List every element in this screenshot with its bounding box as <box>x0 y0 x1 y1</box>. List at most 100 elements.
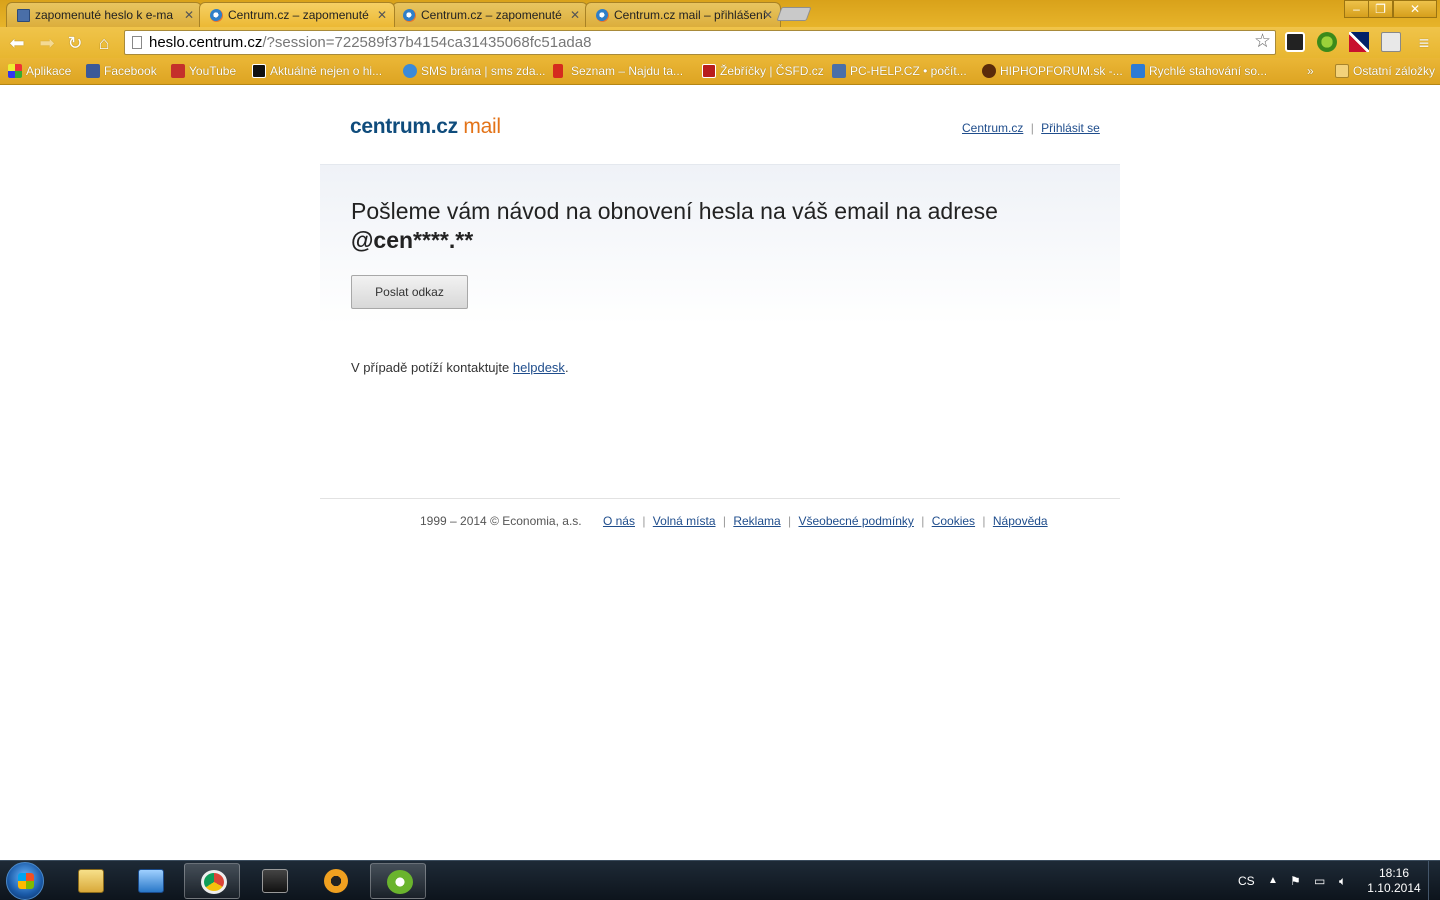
extension-s-icon[interactable] <box>1285 32 1305 52</box>
bookmark-label: Facebook <box>104 64 157 78</box>
helpdesk-link[interactable]: helpdesk <box>513 360 565 375</box>
reload-icon[interactable]: ↻ <box>63 31 87 55</box>
bookmark-facebook[interactable]: Facebook <box>86 58 157 84</box>
help-suffix: . <box>564 360 569 375</box>
help-text: V případě potíží kontaktujte helpdesk. <box>351 360 569 375</box>
centrum-mail-logo[interactable]: centrum.cz mail <box>350 115 501 139</box>
more-bookmarks-button[interactable]: » <box>1292 58 1314 84</box>
network-icon[interactable]: ▭ <box>1314 861 1325 900</box>
mail-checker-icon[interactable] <box>1381 32 1401 52</box>
folder-icon <box>1335 64 1349 78</box>
back-arrow-icon[interactable]: ⬅ <box>5 31 29 55</box>
bookmark-label: Rychlé stahování so... <box>1149 64 1268 78</box>
centrum-icon <box>596 9 609 22</box>
logo-mail: mail <box>463 115 501 138</box>
footer-link-podminky[interactable]: Všeobecné podmínky <box>798 514 913 528</box>
bookmark-seznam[interactable]: Seznam – Najdu ta... <box>553 58 683 84</box>
separator: | <box>722 514 726 528</box>
restore-button[interactable]: ❐ <box>1368 0 1393 18</box>
other-bookmarks-label: Ostatní záložky <box>1353 64 1436 78</box>
send-link-button[interactable]: Poslat odkaz <box>351 275 468 309</box>
clock[interactable]: 18:16 1.10.2014 <box>1362 866 1426 896</box>
taskbar-explorer[interactable] <box>62 863 118 899</box>
show-desktop-button[interactable] <box>1428 861 1440 900</box>
url-host: heslo.centrum.cz <box>149 34 263 51</box>
page-icon <box>132 36 142 49</box>
close-tab-icon[interactable]: ✕ <box>570 3 580 27</box>
bookmark-aktualne[interactable]: Aktuálně nejen o hi... <box>252 58 382 84</box>
home-icon[interactable]: ⌂ <box>92 31 116 55</box>
bookmark-pc-help[interactable]: PC-HELP.CZ • počít... <box>832 58 967 84</box>
close-tab-icon[interactable]: ✕ <box>184 3 194 27</box>
more-bookmarks-label: » <box>1307 64 1314 78</box>
other-bookmarks-folder[interactable]: Ostatní záložky <box>1335 58 1435 84</box>
bookmark-youtube[interactable]: YouTube <box>171 58 236 84</box>
top-links: Centrum.cz | Přihlásit se <box>962 121 1100 135</box>
taskbar-media-player[interactable] <box>122 863 178 899</box>
taskbar-chrome[interactable] <box>184 863 240 899</box>
tray-expand-icon[interactable]: ▲ <box>1268 861 1278 900</box>
extension-green-icon[interactable] <box>1317 32 1337 52</box>
taskbar-aimp[interactable] <box>308 863 364 899</box>
youtube-icon <box>171 64 185 78</box>
tab-title: Centrum.cz – zapomenuté <box>421 8 562 22</box>
close-tab-icon[interactable]: ✕ <box>763 3 773 27</box>
bookmark-csfd[interactable]: Žebříčky | ČSFD.cz <box>702 58 824 84</box>
menu-icon[interactable]: ≡ <box>1412 31 1436 55</box>
bookmark-aplikace[interactable]: Aplikace <box>8 58 71 84</box>
separator: | <box>921 514 925 528</box>
browser-toolbar: ⬅ ➡ ↻ ⌂ heslo.centrum.cz/?session=722589… <box>0 27 1440 58</box>
language-indicator[interactable]: CS <box>1238 861 1255 900</box>
help-prefix: V případě potíží kontaktujte <box>351 360 513 375</box>
taskbar-mpc-be[interactable] <box>246 863 302 899</box>
start-button[interactable] <box>6 862 44 900</box>
bookmark-label: PC-HELP.CZ • počít... <box>850 64 967 78</box>
action-center-icon[interactable]: ⚑ <box>1290 861 1301 900</box>
page-title: Pošleme vám návod na obnovení hesla na v… <box>351 197 1051 255</box>
page-content: centrum.cz mail Centrum.cz | Přihlásit s… <box>0 85 1440 860</box>
forward-arrow-icon[interactable]: ➡ <box>35 31 59 55</box>
star-icon[interactable]: ☆ <box>1254 30 1271 53</box>
new-tab-button[interactable] <box>776 7 812 21</box>
footer-divider <box>320 498 1120 499</box>
bookmark-label: YouTube <box>189 64 237 78</box>
volume-icon[interactable]: 🔈︎ <box>1339 861 1346 900</box>
bookmark-label: SMS brána | sms zda... <box>421 64 546 78</box>
tab-1[interactable]: zapomenuté heslo k e-ma ✕ <box>6 2 202 27</box>
mpc-be-icon <box>262 869 288 893</box>
bookmark-label: Žebříčky | ČSFD.cz <box>720 64 824 78</box>
sms-icon <box>403 64 417 78</box>
pc-help-icon <box>832 64 846 78</box>
d-icon <box>1131 64 1145 78</box>
bookmark-rychle[interactable]: Rychlé stahování so... <box>1131 58 1267 84</box>
taskbar-utorrent[interactable] <box>370 863 426 899</box>
footer-link-cookies[interactable]: Cookies <box>932 514 975 528</box>
url-path: /?session=722589f37b4154ca31435068fc51ad… <box>262 34 592 51</box>
separator: | <box>1030 121 1034 135</box>
bookmark-sms[interactable]: SMS brána | sms zda... <box>403 58 546 84</box>
tab-4[interactable]: Centrum.cz mail – přihlášení ✕ <box>585 2 781 27</box>
footer-link-o-nas[interactable]: O nás <box>603 514 635 528</box>
address-bar[interactable]: heslo.centrum.cz/?session=722589f37b4154… <box>124 30 1276 55</box>
centrum-link[interactable]: Centrum.cz <box>962 121 1023 135</box>
close-tab-icon[interactable]: ✕ <box>377 3 387 27</box>
footer-link-reklama[interactable]: Reklama <box>733 514 780 528</box>
separator: | <box>788 514 792 528</box>
footer-link-volna-mista[interactable]: Volná místa <box>653 514 716 528</box>
tab-3[interactable]: Centrum.cz – zapomenuté ✕ <box>392 2 588 27</box>
computer-icon <box>17 9 30 22</box>
reset-panel: Pošleme vám návod na obnovení hesla na v… <box>320 164 1120 374</box>
bookmark-label: Seznam – Najdu ta... <box>571 64 684 78</box>
media-player-icon <box>138 869 164 893</box>
bookmark-hiphopforum[interactable]: HIPHOPFORUM.sk -... <box>982 58 1123 84</box>
close-window-button[interactable]: ✕ <box>1393 0 1437 18</box>
b-icon <box>252 64 266 78</box>
minimize-button[interactable]: – <box>1344 0 1369 18</box>
tab-2[interactable]: Centrum.cz – zapomenuté ✕ <box>199 2 395 27</box>
uk-flag-icon[interactable] <box>1349 32 1369 52</box>
tab-title: Centrum.cz – zapomenuté <box>228 8 369 22</box>
clock-time: 18:16 <box>1378 866 1410 880</box>
centrum-icon <box>210 9 223 22</box>
footer-link-napoveda[interactable]: Nápověda <box>993 514 1048 528</box>
login-link[interactable]: Přihlásit se <box>1041 121 1100 135</box>
